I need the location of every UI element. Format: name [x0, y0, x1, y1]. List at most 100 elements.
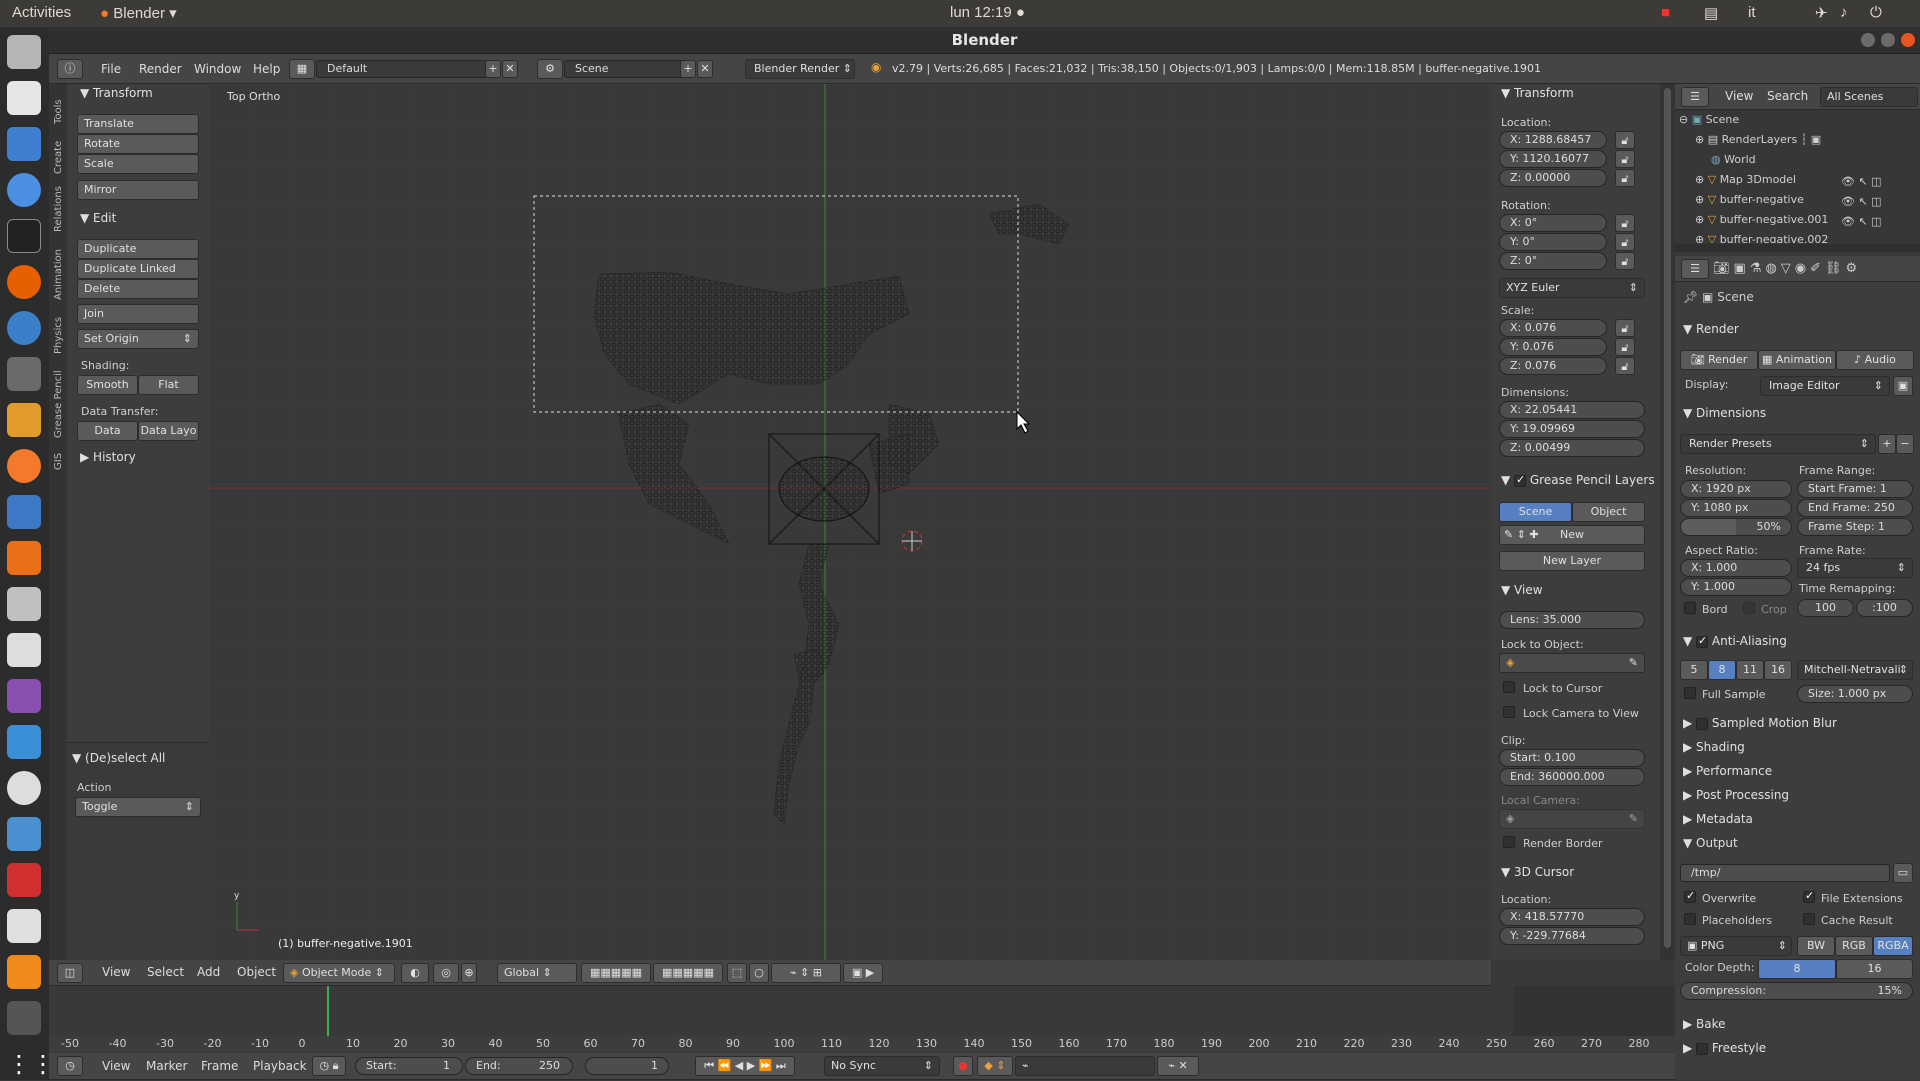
properties-scrollbar[interactable]	[1660, 84, 1675, 960]
duplicate-linked-button[interactable]: Duplicate Linked	[77, 259, 199, 279]
rotation-x-field[interactable]: X: 0°	[1499, 214, 1607, 232]
view-header[interactable]: ▼ View	[1501, 583, 1543, 597]
scale-button[interactable]: Scale	[77, 154, 199, 174]
remap-old-field[interactable]: 100	[1797, 599, 1854, 617]
tab-gis[interactable]: GIS	[53, 446, 67, 470]
settings-icon[interactable]	[7, 587, 41, 621]
video-editor-icon[interactable]	[7, 1001, 41, 1035]
aa-samples-16[interactable]: 16	[1764, 660, 1792, 680]
color-depth-8[interactable]: 8	[1758, 959, 1836, 979]
clipboard-icon[interactable]: ▤	[1704, 4, 1718, 22]
3d-cursor-header[interactable]: ▼ 3D Cursor	[1501, 865, 1574, 879]
orientation-dropdown[interactable]: Global ⇕	[497, 963, 577, 983]
rotate-button[interactable]: Rotate	[77, 134, 199, 154]
file-format-dropdown[interactable]: ▣ PNG ⇕	[1680, 936, 1792, 956]
add-scene-button[interactable]: +	[680, 60, 696, 78]
timeline[interactable]: -50 -40 -30 -20 -10 0 10 20 30 40 50 60 70 80 90 100 110…	[49, 986, 1675, 1053]
render-opengl-icons[interactable]: ▣ ▶	[843, 963, 883, 983]
layers-grid-2[interactable]: ▦▦▦▦▦	[653, 963, 723, 983]
remove-layout-button[interactable]: ✕	[502, 60, 518, 78]
firefox-icon[interactable]	[7, 265, 41, 299]
frame-step-field[interactable]: Frame Step: 1	[1797, 518, 1913, 536]
blender-icon[interactable]	[7, 449, 41, 483]
translate-button[interactable]: Translate	[77, 114, 199, 134]
menu-help[interactable]: Help	[253, 62, 280, 76]
clip-start-field[interactable]: Start: 0.100	[1499, 749, 1645, 767]
current-frame-field[interactable]: 1	[585, 1057, 669, 1075]
lock-to-cursor-checkbox[interactable]	[1503, 681, 1515, 693]
menu-view[interactable]: View	[102, 965, 130, 979]
keying-set-icon[interactable]: ◆ ⇕	[977, 1056, 1013, 1076]
image-app-icon[interactable]	[7, 403, 41, 437]
manipulator-toggle-icon[interactable]: ⊕	[461, 963, 477, 983]
add-layout-button[interactable]: +	[485, 60, 501, 78]
outliner-editor-icon[interactable]: ☰	[1681, 87, 1709, 107]
vlc-icon[interactable]	[7, 955, 41, 989]
lock-icon[interactable]: 🔓︎	[1615, 319, 1635, 337]
playback-controls[interactable]: ⏮ ⏪ ◀ ▶ ⏩ ⏭	[695, 1056, 795, 1076]
render-preview-icon[interactable]: ○	[749, 963, 769, 983]
mirror-button[interactable]: Mirror	[77, 180, 199, 200]
remove-scene-button[interactable]: ✕	[697, 60, 713, 78]
editor-3d-icon[interactable]: ◫	[57, 963, 83, 983]
outliner-item-buffer-negative-001[interactable]: ⊕ ▽ buffer-negative.001	[1695, 213, 1828, 226]
layers-grid-1[interactable]: ▦▦▦▦▦	[581, 963, 651, 983]
color-depth-16[interactable]: 16	[1836, 959, 1913, 979]
outliner-item-map[interactable]: ⊕ ▽ Map 3Dmodel	[1695, 173, 1796, 186]
timeline-playback-menu[interactable]: Playback	[253, 1059, 307, 1073]
menu-render[interactable]: Render	[139, 62, 182, 76]
timeline-frame-menu[interactable]: Frame	[201, 1059, 238, 1073]
shading-mode-icon[interactable]: ◐	[401, 963, 429, 983]
airplane-icon[interactable]: ✈	[1815, 4, 1828, 22]
dimension-y-field[interactable]: Y: 19.09969	[1499, 420, 1645, 438]
media-app-icon[interactable]	[7, 679, 41, 713]
outliner-scrollbar[interactable]	[1675, 244, 1920, 252]
language-indicator[interactable]: it	[1748, 4, 1756, 21]
dimensions-panel-header[interactable]: ▼ Dimensions	[1683, 406, 1766, 420]
motion-blur-checkbox[interactable]	[1696, 717, 1709, 730]
action-dropdown[interactable]: Toggle ⇕	[75, 797, 201, 817]
text-editor-icon[interactable]	[7, 311, 41, 345]
editor-type-icon[interactable]: ⓘ	[57, 59, 83, 79]
performance-panel-header[interactable]: ▶ Performance	[1683, 764, 1772, 778]
resolution-y-field[interactable]: Y: 1080 px	[1680, 499, 1792, 517]
frame-ruler[interactable]: -50 -40 -30 -20 -10 0 10 20 30 40 50 60 70 80 90 100 110…	[49, 1036, 1675, 1052]
freestyle-checkbox[interactable]	[1696, 1042, 1709, 1055]
app-menu[interactable]: ● Blender ▾	[100, 4, 177, 22]
aa-filter-dropdown[interactable]: Mitchell-Netravali ⇕	[1797, 660, 1913, 680]
flat-button[interactable]: Flat	[138, 375, 199, 395]
virtualbox-icon[interactable]	[7, 817, 41, 851]
keying-set-field[interactable]: ⌁	[1015, 1056, 1155, 1076]
rotation-y-field[interactable]: Y: 0°	[1499, 233, 1607, 251]
insert-keyframe-icons[interactable]: ⌁ ✕	[1157, 1056, 1199, 1076]
location-y-field[interactable]: Y: 1120.16077	[1499, 150, 1607, 168]
menu-window[interactable]: Window	[194, 62, 241, 76]
outliner-item-buffer-negative[interactable]: ⊕ ▽ buffer-negative	[1695, 193, 1804, 206]
operator-title[interactable]: ▼ (De)select All	[72, 751, 165, 765]
lock-icon[interactable]: 🔓︎	[1615, 131, 1635, 149]
terminal-icon[interactable]	[7, 219, 41, 253]
data-button[interactable]: Data	[77, 421, 138, 441]
timeline-view-menu[interactable]: View	[102, 1059, 130, 1073]
lock-icon[interactable]: 🔓︎	[1615, 233, 1635, 251]
aa-samples-11[interactable]: 11	[1736, 660, 1764, 680]
metadata-panel-header[interactable]: ▶ Metadata	[1683, 812, 1753, 826]
software-center-icon[interactable]	[7, 541, 41, 575]
motion-blur-panel-header[interactable]: ▶ Sampled Motion Blur	[1683, 716, 1837, 730]
aa-samples-8[interactable]: 8	[1708, 660, 1736, 680]
lock-object-field[interactable]: ◈ ✎	[1499, 653, 1645, 673]
history-header[interactable]: ▶ History	[80, 450, 136, 464]
pivot-icon[interactable]: ◎	[433, 963, 459, 983]
render-border-checkbox[interactable]	[1503, 836, 1515, 848]
scene-icon[interactable]: ⚙	[537, 59, 563, 79]
shading-panel-header[interactable]: ▶ Shading	[1683, 740, 1745, 754]
lock-icon[interactable]: 🔓︎	[1615, 357, 1635, 375]
outliner-item-renderlayers[interactable]: ⊕ ▤ RenderLayers ┆ ▣	[1695, 133, 1821, 146]
folder-icon[interactable]: ▭	[1893, 863, 1913, 883]
display-dropdown[interactable]: Image Editor ⇕	[1760, 376, 1890, 396]
volume-icon[interactable]: ♪	[1840, 4, 1848, 21]
clip-end-field[interactable]: End: 360000.000	[1499, 768, 1645, 786]
full-sample-checkbox[interactable]	[1684, 687, 1696, 699]
timeline-editor-icon[interactable]: ◷	[57, 1056, 83, 1076]
join-button[interactable]: Join	[77, 304, 199, 324]
